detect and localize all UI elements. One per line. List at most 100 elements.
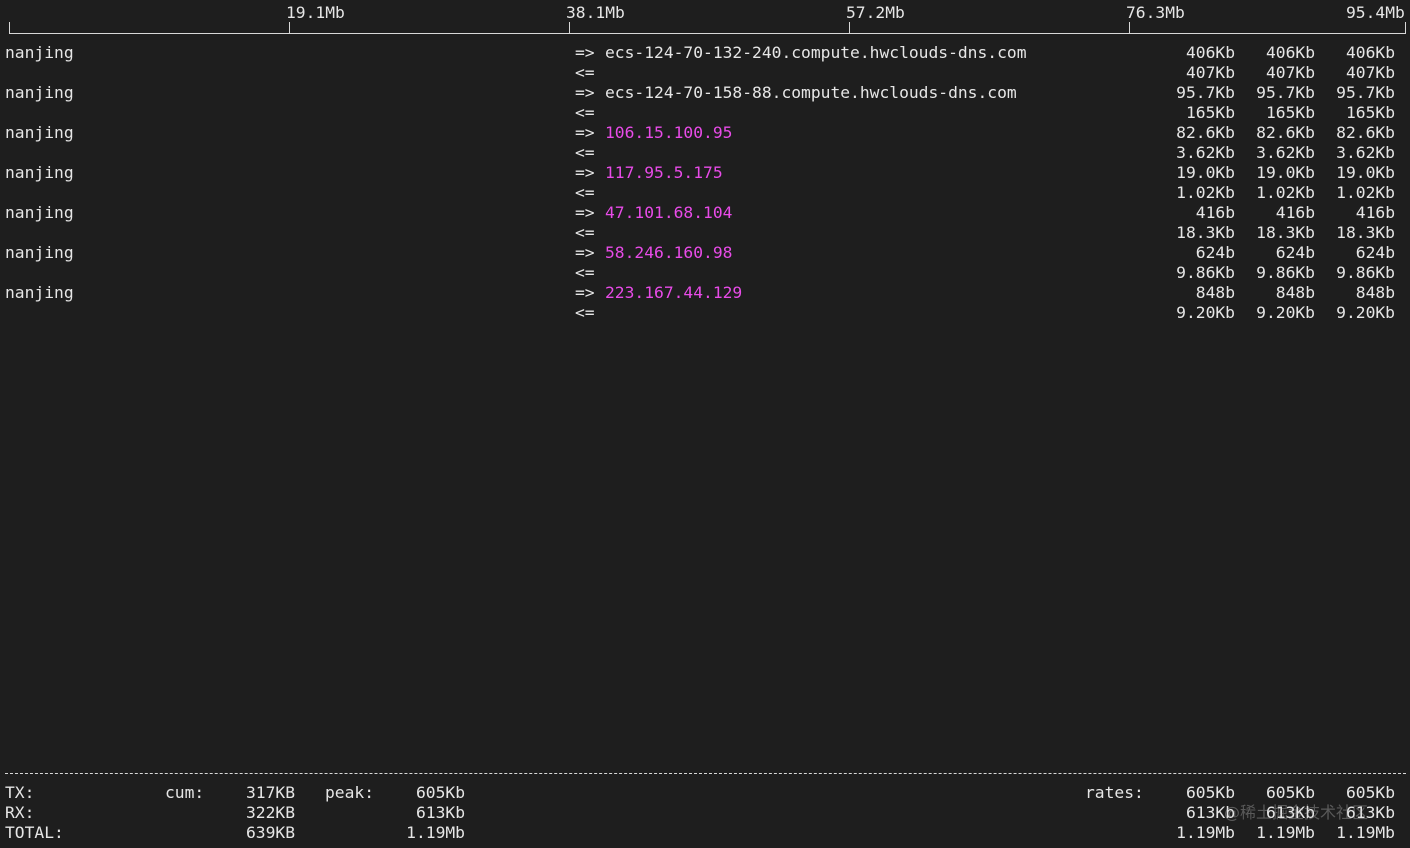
tx-rate-value: 416b xyxy=(1355,203,1395,222)
destination-host: 106.15.100.95 xyxy=(605,123,733,142)
recv-arrow: <= xyxy=(575,103,595,122)
tx-rate-value: 416b xyxy=(1275,203,1315,222)
cum-label: cum: xyxy=(165,783,205,802)
cum-total-value: 639KB xyxy=(245,823,295,842)
destination-host: 47.101.68.104 xyxy=(605,203,733,222)
rx-rate-value: 3.62Kb xyxy=(1176,143,1235,162)
total-label: TOTAL: xyxy=(5,823,64,842)
scale-label-1: 19.1Mb xyxy=(286,3,345,22)
rates-total-value: 1.19Mb xyxy=(1336,823,1395,842)
peak-rx-value: 613Kb xyxy=(415,803,465,822)
recv-arrow: <= xyxy=(575,183,595,202)
rx-rate-value: 3.62Kb xyxy=(1256,143,1315,162)
tx-rate-value: 95.7Kb xyxy=(1256,83,1315,102)
rx-rate-value: 407Kb xyxy=(1185,63,1235,82)
tx-rate-value: 19.0Kb xyxy=(1256,163,1315,182)
rx-rate-value: 165Kb xyxy=(1185,103,1235,122)
source-host: nanjing xyxy=(5,203,74,222)
tx-rate-value: 82.6Kb xyxy=(1336,123,1395,142)
tx-rate-value: 416b xyxy=(1195,203,1235,222)
scale-label-4: 76.3Mb xyxy=(1126,3,1185,22)
source-host: nanjing xyxy=(5,43,74,62)
tx-rate-value: 82.6Kb xyxy=(1176,123,1235,142)
tx-rate-value: 624b xyxy=(1275,243,1315,262)
footer-separator xyxy=(5,773,1406,774)
scale-label-5: 95.4Mb xyxy=(1346,3,1405,22)
rx-rate-value: 1.02Kb xyxy=(1256,183,1315,202)
rx-rate-value: 1.02Kb xyxy=(1176,183,1235,202)
rx-rate-value: 9.86Kb xyxy=(1176,263,1235,282)
destination-host: ecs-124-70-158-88.compute.hwclouds-dns.c… xyxy=(605,83,1017,102)
peak-tx-value: 605Kb xyxy=(415,783,465,802)
cum-rx-value: 322KB xyxy=(245,803,295,822)
scale-axis-line xyxy=(9,33,1406,34)
scale-tick-3 xyxy=(849,22,850,33)
source-host: nanjing xyxy=(5,123,74,142)
rates-tx-value: 605Kb xyxy=(1265,783,1315,802)
cum-tx-value: 317KB xyxy=(245,783,295,802)
tx-rate-value: 624b xyxy=(1355,243,1395,262)
rates-label: rates: xyxy=(1085,783,1144,802)
source-host: nanjing xyxy=(5,283,74,302)
tx-rate-value: 95.7Kb xyxy=(1176,83,1235,102)
rx-rate-value: 9.86Kb xyxy=(1336,263,1395,282)
rx-rate-value: 18.3Kb xyxy=(1256,223,1315,242)
send-arrow: => xyxy=(575,203,595,222)
rates-total-value: 1.19Mb xyxy=(1256,823,1315,842)
tx-rate-value: 406Kb xyxy=(1265,43,1315,62)
rates-tx-value: 605Kb xyxy=(1185,783,1235,802)
tx-rate-value: 848b xyxy=(1275,283,1315,302)
rx-rate-value: 165Kb xyxy=(1345,103,1395,122)
tx-rate-value: 95.7Kb xyxy=(1336,83,1395,102)
rx-rate-value: 3.62Kb xyxy=(1336,143,1395,162)
send-arrow: => xyxy=(575,283,595,302)
rates-tx-value: 605Kb xyxy=(1345,783,1395,802)
tx-label: TX: xyxy=(5,783,35,802)
source-host: nanjing xyxy=(5,163,74,182)
rx-rate-value: 9.20Kb xyxy=(1256,303,1315,322)
scale-tick-origin xyxy=(9,22,10,33)
scale-label-3: 57.2Mb xyxy=(846,3,905,22)
peak-label: peak: xyxy=(325,783,375,802)
recv-arrow: <= xyxy=(575,263,595,282)
scale-tick-1 xyxy=(289,22,290,33)
rx-rate-value: 407Kb xyxy=(1265,63,1315,82)
rx-rate-value: 9.86Kb xyxy=(1256,263,1315,282)
tx-rate-value: 848b xyxy=(1355,283,1395,302)
rx-rate-value: 407Kb xyxy=(1345,63,1395,82)
rx-rate-value: 18.3Kb xyxy=(1336,223,1395,242)
tx-rate-value: 406Kb xyxy=(1345,43,1395,62)
destination-host: 58.246.160.98 xyxy=(605,243,733,262)
source-host: nanjing xyxy=(5,83,74,102)
scale-label-2: 38.1Mb xyxy=(566,3,625,22)
rx-rate-value: 165Kb xyxy=(1265,103,1315,122)
rx-rate-value: 1.02Kb xyxy=(1336,183,1395,202)
recv-arrow: <= xyxy=(575,143,595,162)
destination-host: 223.167.44.129 xyxy=(605,283,743,302)
tx-rate-value: 406Kb xyxy=(1185,43,1235,62)
send-arrow: => xyxy=(575,83,595,102)
rx-rate-value: 9.20Kb xyxy=(1336,303,1395,322)
scale-tick-5 xyxy=(1405,22,1406,33)
tx-rate-value: 19.0Kb xyxy=(1336,163,1395,182)
rx-rate-value: 18.3Kb xyxy=(1176,223,1235,242)
destination-host: 117.95.5.175 xyxy=(605,163,723,182)
scale-tick-4 xyxy=(1129,22,1130,33)
rates-total-value: 1.19Mb xyxy=(1176,823,1235,842)
tx-rate-value: 19.0Kb xyxy=(1176,163,1235,182)
send-arrow: => xyxy=(575,163,595,182)
tx-rate-value: 848b xyxy=(1195,283,1235,302)
tx-rate-value: 624b xyxy=(1195,243,1235,262)
send-arrow: => xyxy=(575,43,595,62)
recv-arrow: <= xyxy=(575,63,595,82)
send-arrow: => xyxy=(575,123,595,142)
watermark: @稀土掘金技术社区 xyxy=(1224,803,1369,822)
source-host: nanjing xyxy=(5,243,74,262)
rx-label: RX: xyxy=(5,803,35,822)
destination-host: ecs-124-70-132-240.compute.hwclouds-dns.… xyxy=(605,43,1027,62)
send-arrow: => xyxy=(575,243,595,262)
rx-rate-value: 9.20Kb xyxy=(1176,303,1235,322)
tx-rate-value: 82.6Kb xyxy=(1256,123,1315,142)
peak-total-value: 1.19Mb xyxy=(406,823,465,842)
scale-tick-2 xyxy=(569,22,570,33)
